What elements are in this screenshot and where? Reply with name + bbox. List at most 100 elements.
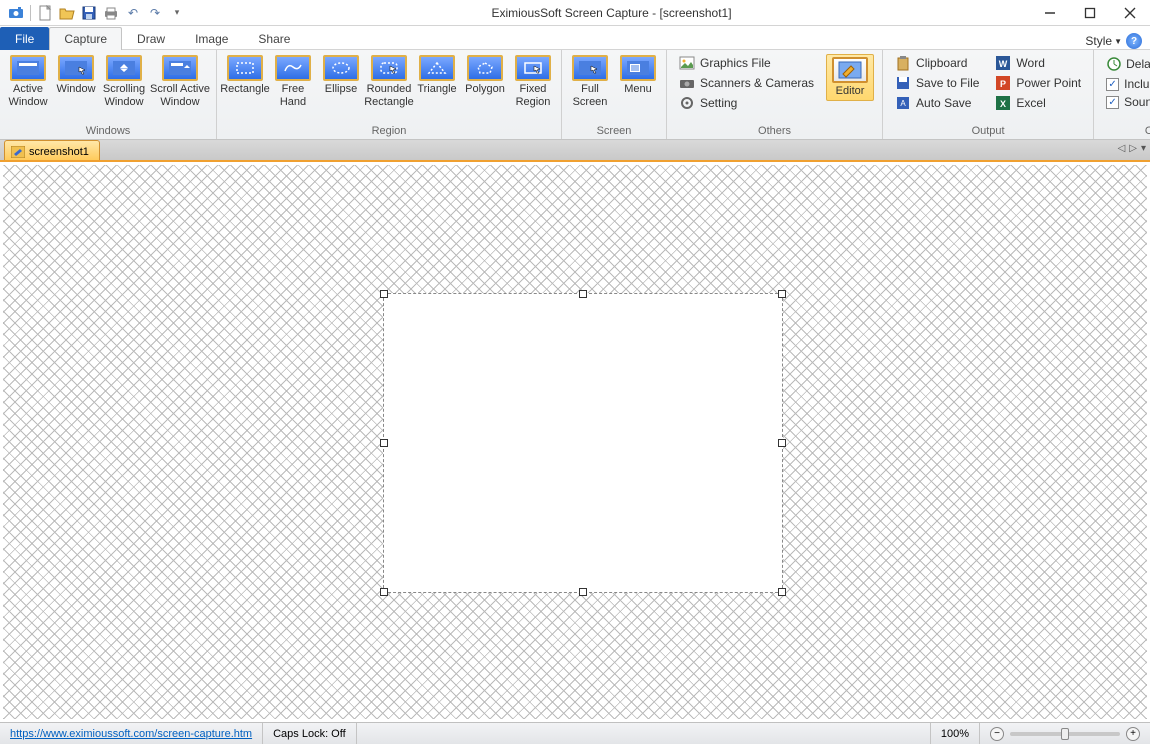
- style-dropdown[interactable]: Style▼: [1085, 34, 1122, 48]
- selection-rect[interactable]: [383, 293, 783, 593]
- label: Scroll ActiveWindow: [150, 83, 210, 108]
- save-icon[interactable]: [79, 3, 99, 23]
- ribbon: ActiveWindow Window ScrollingWindow Scro…: [0, 50, 1150, 140]
- save-to-file-button[interactable]: Save to File: [893, 74, 981, 92]
- new-icon[interactable]: [35, 3, 55, 23]
- editor-icon: [832, 57, 868, 83]
- handle-bot-left[interactable]: [380, 588, 388, 596]
- group-label: Region: [217, 124, 561, 139]
- handle-bot-right[interactable]: [778, 588, 786, 596]
- graphics-file-button[interactable]: Graphics File: [677, 54, 816, 72]
- quick-access-toolbar: ↶ ↷ ▾: [0, 3, 193, 23]
- label: Window: [56, 83, 95, 96]
- group-label: Others: [667, 124, 882, 139]
- tab-share[interactable]: Share: [243, 27, 305, 50]
- checkbox-icon: ✓: [1106, 96, 1119, 109]
- scrolling-window-button[interactable]: ScrollingWindow: [100, 52, 148, 111]
- zoom-percent[interactable]: 100%: [930, 723, 980, 744]
- minimize-button[interactable]: [1030, 0, 1070, 26]
- capture-icon[interactable]: [6, 3, 26, 23]
- handle-top-left[interactable]: [380, 290, 388, 298]
- label: Sound Notification: [1124, 95, 1150, 109]
- maximize-button[interactable]: [1070, 0, 1110, 26]
- doctab-screenshot1[interactable]: screenshot1: [4, 140, 100, 160]
- group-options: Delay 0▼ ✓Include Cursor ✓ Sound Notifica…: [1094, 50, 1150, 139]
- checkbox-icon: ✓: [1106, 78, 1119, 91]
- handle-mid-left[interactable]: [380, 439, 388, 447]
- window-button[interactable]: Window: [52, 52, 100, 99]
- handle-top-right[interactable]: [778, 290, 786, 298]
- zoom-out-button[interactable]: −: [990, 727, 1004, 741]
- group-output: Clipboard Save to File AAuto Save WWord …: [883, 50, 1094, 139]
- window-title: EximiousSoft Screen Capture - [screensho…: [193, 6, 1030, 20]
- canvas-area[interactable]: [0, 162, 1150, 722]
- picture-icon: [679, 55, 695, 71]
- zoom-slider: − +: [980, 727, 1150, 741]
- rounded-rectangle-button[interactable]: RoundedRectangle: [365, 52, 413, 111]
- zoom-in-button[interactable]: +: [1126, 727, 1140, 741]
- polygon-icon: [467, 55, 503, 81]
- label: Graphics File: [700, 56, 771, 70]
- include-cursor-checkbox[interactable]: ✓Include Cursor: [1104, 76, 1150, 92]
- undo-icon[interactable]: ↶: [123, 3, 143, 23]
- scanners-cameras-button[interactable]: Scanners & Cameras: [677, 74, 816, 92]
- label: ScrollingWindow: [103, 83, 145, 108]
- handle-mid-right[interactable]: [778, 439, 786, 447]
- label: Menu: [624, 83, 652, 96]
- sound-notification-checkbox[interactable]: ✓ Sound Notification: [1104, 94, 1150, 110]
- polygon-button[interactable]: Polygon: [461, 52, 509, 99]
- powerpoint-button[interactable]: PPower Point: [993, 74, 1083, 92]
- group-screen: FullScreen Menu Screen: [562, 50, 667, 139]
- handle-top-mid[interactable]: [579, 290, 587, 298]
- label: Auto Save: [916, 96, 971, 110]
- titlebar: ↶ ↷ ▾ EximiousSoft Screen Capture - [scr…: [0, 0, 1150, 26]
- delay-control[interactable]: Delay 0▼: [1104, 54, 1150, 74]
- rectangle-button[interactable]: Rectangle: [221, 52, 269, 99]
- redo-icon[interactable]: ↷: [145, 3, 165, 23]
- ribbon-tabs: File Capture Draw Image Share Style▼ ?: [0, 26, 1150, 50]
- full-screen-button[interactable]: FullScreen: [566, 52, 614, 111]
- auto-save-button[interactable]: AAuto Save: [893, 94, 981, 112]
- menu-button[interactable]: Menu: [614, 52, 662, 99]
- help-icon[interactable]: ?: [1126, 33, 1142, 49]
- tab-menu-icon[interactable]: ▾: [1141, 143, 1146, 154]
- open-icon[interactable]: [57, 3, 77, 23]
- editor-button[interactable]: Editor: [826, 54, 874, 101]
- label: FixedRegion: [516, 83, 551, 108]
- zoom-thumb[interactable]: [1061, 728, 1069, 740]
- qat-customize-icon[interactable]: ▾: [167, 3, 187, 23]
- clipboard-icon: [895, 55, 911, 71]
- print-icon[interactable]: [101, 3, 121, 23]
- tab-file[interactable]: File: [0, 27, 49, 50]
- group-label: Options: [1094, 124, 1150, 139]
- doctabs-nav: ◁ ▷ ▾: [1118, 143, 1146, 154]
- excel-button[interactable]: XExcel: [993, 94, 1083, 112]
- active-window-button[interactable]: ActiveWindow: [4, 52, 52, 111]
- tab-capture[interactable]: Capture: [49, 27, 122, 50]
- close-button[interactable]: [1110, 0, 1150, 26]
- triangle-button[interactable]: Triangle: [413, 52, 461, 99]
- tab-draw[interactable]: Draw: [122, 27, 180, 50]
- homepage-link[interactable]: https://www.eximioussoft.com/screen-capt…: [10, 728, 252, 740]
- freehand-button[interactable]: FreeHand: [269, 52, 317, 111]
- setting-button[interactable]: Setting: [677, 94, 816, 112]
- group-windows: ActiveWindow Window ScrollingWindow Scro…: [0, 50, 217, 139]
- tab-next-icon[interactable]: ▷: [1129, 143, 1137, 154]
- handle-bot-mid[interactable]: [579, 588, 587, 596]
- tab-image[interactable]: Image: [180, 27, 243, 50]
- menu-icon: [620, 55, 656, 81]
- fixed-region-button[interactable]: FixedRegion: [509, 52, 557, 111]
- doctab-label: screenshot1: [29, 146, 89, 158]
- document-tabs: screenshot1 ◁ ▷ ▾: [0, 140, 1150, 162]
- scroll-active-window-button[interactable]: Scroll ActiveWindow: [148, 52, 212, 111]
- label: FullScreen: [573, 83, 608, 108]
- ellipse-button[interactable]: Ellipse: [317, 52, 365, 99]
- clipboard-button[interactable]: Clipboard: [893, 54, 981, 72]
- tab-prev-icon[interactable]: ◁: [1118, 143, 1126, 154]
- separator: [30, 5, 31, 21]
- freehand-icon: [275, 55, 311, 81]
- word-button[interactable]: WWord: [993, 54, 1083, 72]
- chevron-down-icon: ▼: [1114, 37, 1122, 46]
- group-label: Screen: [562, 124, 666, 139]
- zoom-track[interactable]: [1010, 732, 1120, 736]
